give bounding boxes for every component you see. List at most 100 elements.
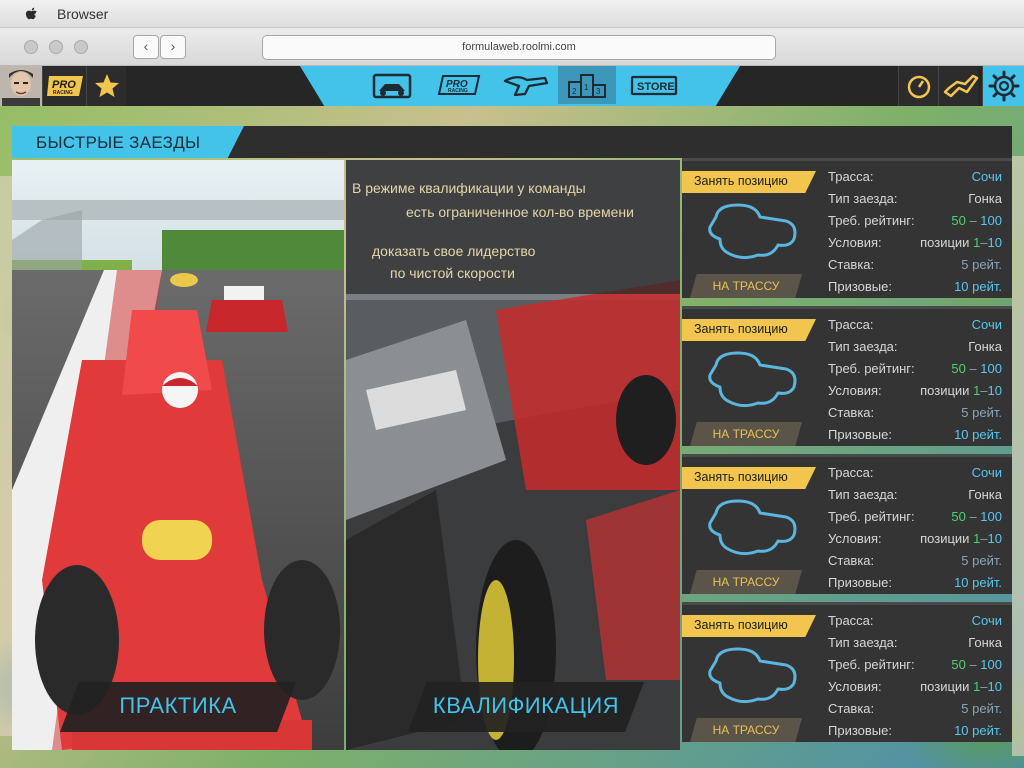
prize-label: Призовые:	[828, 279, 892, 294]
position-max: 10	[987, 235, 1002, 250]
prize-label: Призовые:	[828, 723, 892, 738]
track-map-icon	[708, 647, 797, 704]
quick-races-header: БЫСТРЫЕ ЗАЕЗДЫ	[12, 126, 1012, 158]
player-avatar[interactable]	[0, 66, 42, 106]
back-button[interactable]: ‹	[133, 35, 159, 59]
take-position-button[interactable]: Занять позицию	[682, 319, 816, 341]
required-rating-label: Треб. рейтинг:	[828, 657, 915, 672]
stake-value: 5 рейт.	[961, 701, 1002, 716]
race-type-value: Гонка	[968, 635, 1002, 650]
go-to-track-button[interactable]: НА ТРАССУ	[690, 274, 802, 298]
race-type-label: Тип заезда:	[828, 635, 898, 650]
go-to-track-button[interactable]: НА ТРАССУ	[690, 422, 802, 446]
race-type-value: Гонка	[968, 487, 1002, 502]
race-type-label: Тип заезда:	[828, 487, 898, 502]
quali-text-line3: доказать свое лидерство	[372, 243, 536, 259]
minimize-window-button[interactable]	[49, 40, 63, 54]
garage-icon	[372, 73, 412, 99]
conditions-label: Условия:	[828, 531, 882, 546]
rating-min: 50	[951, 657, 966, 672]
quali-text-line1: В режиме квалификации у команды	[352, 180, 586, 196]
race-card: Занять позицию НА ТРАССУ Трасса: Сочи Тип…	[682, 602, 1012, 742]
required-rating-label: Треб. рейтинг:	[828, 361, 915, 376]
prize-row: Призовые: 10 рейт.	[828, 575, 1002, 593]
stake-label: Ставка:	[828, 553, 875, 568]
prize-row: Призовые: 10 рейт.	[828, 279, 1002, 297]
stake-value: 5 рейт.	[961, 257, 1002, 272]
settings-button[interactable]	[982, 66, 1024, 106]
practice-mode-card[interactable]: ПРАКТИКА	[12, 160, 344, 750]
track-value: Сочи	[971, 465, 1002, 480]
practice-label: ПРАКТИКА	[119, 693, 237, 718]
qualification-mode-card[interactable]: В режиме квалификации у команды есть огр…	[346, 160, 680, 750]
race-type-value: Гонка	[968, 339, 1002, 354]
close-window-button[interactable]	[24, 40, 38, 54]
address-bar[interactable]: formulaweb.roolmi.com	[262, 35, 776, 60]
settings-gear-icon	[988, 70, 1020, 102]
background-road	[0, 176, 12, 736]
go-to-track-label: НА ТРАССУ	[712, 279, 780, 293]
prize-row: Призовые: 10 рейт.	[828, 427, 1002, 445]
track-value: Сочи	[971, 317, 1002, 332]
take-position-button[interactable]: Занять позицию	[682, 467, 816, 489]
tracks-button[interactable]	[938, 66, 979, 106]
practice-label-plate[interactable]: ПРАКТИКА	[60, 682, 296, 732]
take-position-label: Занять позицию	[694, 470, 788, 484]
main-navigation: PRO RACING 2 1 3 STORE	[300, 66, 740, 106]
panel-title: БЫСТРЫЕ ЗАЕЗДЫ	[36, 133, 201, 152]
stake-label: Ставка:	[828, 701, 875, 716]
go-to-track-button[interactable]: НА ТРАССУ	[690, 718, 802, 742]
stake-row: Ставка: 5 рейт.	[828, 405, 1002, 423]
stake-row: Ставка: 5 рейт.	[828, 553, 1002, 571]
prize-label: Призовые:	[828, 427, 892, 442]
svg-text:2: 2	[572, 87, 577, 96]
forward-button[interactable]: ›	[160, 35, 186, 59]
track-row: Трасса: Сочи	[828, 465, 1002, 483]
nav-rating[interactable]: 2 1 3	[558, 66, 616, 104]
wing-tuning-icon	[503, 76, 549, 97]
stake-row: Ставка: 5 рейт.	[828, 257, 1002, 275]
prize-value: 10 рейт.	[954, 723, 1002, 738]
race-type-row: Тип заезда: Гонка	[828, 339, 1002, 357]
game-topbar: PRO RACING PRO RACING 2 1 3 STORE	[0, 66, 1024, 106]
take-position-label: Занять позицию	[694, 174, 788, 188]
qualification-label-plate[interactable]: КВАЛИФИКАЦИЯ	[408, 682, 644, 732]
track-map-icon	[708, 203, 797, 260]
required-rating-row: Треб. рейтинг: 50 – 100	[828, 213, 1002, 228]
nav-pro-sub: RACING	[448, 88, 468, 94]
nav-garage[interactable]	[365, 66, 423, 104]
nav-tuning[interactable]	[497, 66, 555, 104]
go-to-track-button[interactable]: НА ТРАССУ	[690, 570, 802, 594]
prize-value: 10 рейт.	[954, 279, 1002, 294]
stake-label: Ставка:	[828, 257, 875, 272]
go-to-track-label: НА ТРАССУ	[712, 427, 780, 441]
position-max: 10	[987, 679, 1002, 694]
rating-max: 100	[980, 509, 1002, 524]
race-card: Занять позицию НА ТРАССУ Трасса: Сочи Тип…	[682, 454, 1012, 594]
rating-max: 100	[980, 361, 1002, 376]
stake-value: 5 рейт.	[961, 405, 1002, 420]
pro-racing-logo: PRO RACING	[47, 76, 83, 96]
stake-label: Ставка:	[828, 405, 875, 420]
qualification-description: В режиме квалификации у команды есть огр…	[346, 160, 680, 294]
favorites-button[interactable]	[86, 66, 126, 106]
zoom-window-button[interactable]	[74, 40, 88, 54]
quali-text-line4: по чистой скорости	[390, 265, 515, 281]
race-type-row: Тип заезда: Гонка	[828, 635, 1002, 653]
pro-racing-icon: PRO RACING	[437, 75, 481, 95]
timer-button[interactable]	[898, 66, 938, 106]
prize-value: 10 рейт.	[954, 427, 1002, 442]
conditions-label: Условия:	[828, 679, 882, 694]
position-max: 10	[987, 383, 1002, 398]
take-position-button[interactable]: Занять позицию	[682, 171, 816, 193]
pro-racing-badge[interactable]: PRO RACING	[42, 66, 86, 106]
race-type-row: Тип заезда: Гонка	[828, 191, 1002, 209]
nav-store[interactable]: STORE	[625, 66, 683, 104]
track-map-icon	[708, 499, 797, 556]
take-position-button[interactable]: Занять позицию	[682, 615, 816, 637]
nav-pro-racing[interactable]: PRO RACING	[431, 66, 489, 104]
apple-icon[interactable]	[25, 6, 39, 22]
conditions-row: Условия: позиции 1–10	[828, 531, 1002, 546]
prize-value: 10 рейт.	[954, 575, 1002, 590]
track-icon	[943, 74, 979, 98]
